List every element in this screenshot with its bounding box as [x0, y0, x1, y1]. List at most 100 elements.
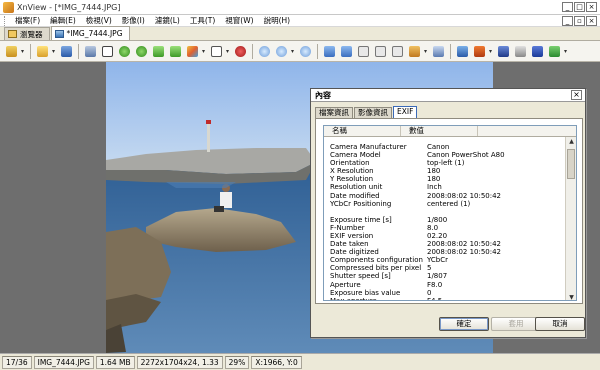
exif-row[interactable]: EXIF version 02.20 [324, 232, 566, 240]
exif-row[interactable]: Shutter speed [s] 1/807 [324, 272, 566, 280]
save-button[interactable] [59, 44, 74, 59]
monitor-button[interactable] [407, 44, 422, 59]
tab-image-label: *IMG_7444.JPG [66, 29, 123, 38]
close-button[interactable]: × [586, 2, 597, 12]
exif-tag-value: Canon PowerShot A80 [427, 151, 505, 160]
exif-row[interactable]: Orientation top-left (1) [324, 159, 566, 167]
mirror-button[interactable] [168, 44, 183, 59]
browse-button[interactable] [4, 44, 19, 59]
resize-dropdown[interactable]: ▾ [226, 48, 231, 55]
monitor-dropdown[interactable]: ▾ [424, 48, 429, 55]
exif-tag-value: 180 [427, 175, 441, 184]
effects-button[interactable] [233, 44, 248, 59]
resize-button[interactable] [209, 44, 224, 59]
acquire-button[interactable] [83, 44, 98, 59]
doc-minimize-button[interactable]: _ [562, 16, 573, 26]
doc-restore-button[interactable]: ▫ [574, 16, 585, 26]
cancel-button[interactable]: 取消 [535, 317, 585, 331]
exif-tag-name: Shutter speed [s] [330, 272, 391, 281]
tab-file-info[interactable]: 檔案資訊 [315, 107, 353, 118]
exif-row[interactable]: Exposure bias value 0 [324, 289, 566, 297]
tab-image-info[interactable]: 影像資訊 [354, 107, 392, 118]
rotate-right-button[interactable] [134, 44, 149, 59]
exif-row[interactable]: Camera Model Canon PowerShot A80 [324, 151, 566, 159]
zoom-dropdown[interactable]: ▾ [291, 48, 296, 55]
exif-row[interactable]: Date modified 2008:08:02 10:50:42 [324, 192, 566, 200]
ok-button[interactable]: 確定 [439, 317, 489, 331]
menu-tools[interactable]: 工具(T) [185, 15, 220, 26]
open-dropdown[interactable]: ▾ [52, 48, 57, 55]
menu-filter[interactable]: 濾鏡(L) [150, 15, 185, 26]
exif-tag-value: 0 [427, 288, 432, 297]
maximize-button[interactable]: □ [574, 2, 585, 12]
find-button[interactable] [496, 44, 511, 59]
flip-button[interactable] [151, 44, 166, 59]
menu-window[interactable]: 視窗(W) [220, 15, 258, 26]
scanner-2-icon [532, 45, 543, 57]
exif-row[interactable]: Resolution unit Inch [324, 183, 566, 191]
exif-row[interactable]: Exposure time [s] 1/800 [324, 216, 566, 224]
crop-button[interactable] [100, 44, 115, 59]
capture-button[interactable] [431, 44, 446, 59]
exif-tag-value: 5 [427, 264, 432, 273]
menu-image[interactable]: 影像(I) [117, 15, 150, 26]
menu-edit[interactable]: 編輯(E) [45, 15, 81, 26]
exif-row[interactable]: F-Number 8.0 [324, 224, 566, 232]
rotate-left-button[interactable] [117, 44, 132, 59]
menu-help[interactable]: 說明(H) [259, 15, 296, 26]
vertical-scrollbar[interactable]: ▲ ▼ [565, 137, 576, 300]
exif-tag-name: Exposure bias value [330, 288, 401, 297]
open-button[interactable] [35, 44, 50, 59]
next-button[interactable] [339, 44, 354, 59]
doc-close-button[interactable]: × [586, 16, 597, 26]
browse-dropdown[interactable]: ▾ [21, 48, 26, 55]
status-dimensions: 2272x1704x24, 1.33 [136, 355, 223, 369]
options-button[interactable] [547, 44, 562, 59]
minimize-button[interactable]: _ [562, 2, 573, 12]
adjust-dropdown[interactable]: ▾ [202, 48, 207, 55]
exif-tag-name: F-Number [330, 223, 365, 232]
dialog-close-button[interactable]: × [571, 90, 582, 100]
exif-row[interactable]: Aperture F8.0 [324, 281, 566, 289]
exif-row[interactable]: Max aperture F4.5 [324, 297, 566, 300]
scroll-down-arrow[interactable]: ▼ [566, 293, 576, 300]
menu-view[interactable]: 檢視(V) [81, 15, 117, 26]
compare-dropdown[interactable]: ▾ [489, 48, 494, 55]
scan-button[interactable] [530, 44, 545, 59]
column-name[interactable]: 名稱 [324, 126, 401, 136]
exif-row[interactable]: X Resolution 180 [324, 167, 566, 175]
first-button[interactable] [356, 44, 371, 59]
fullscreen-button[interactable] [373, 44, 388, 59]
apply-button[interactable]: 套用 [491, 317, 541, 331]
exif-row[interactable]: Compressed bits per pixel 5 [324, 264, 566, 272]
menu-file[interactable]: 檔案(F) [10, 15, 45, 26]
tab-browser[interactable]: 瀏覽器 [4, 27, 50, 40]
status-bar: 17/36 IMG_7444.JPG 1.64 MB 2272x1704x24,… [0, 353, 600, 370]
adjust-button[interactable] [185, 44, 200, 59]
dialog-title: 內容 [315, 90, 331, 100]
exif-row[interactable]: Camera Manufacturer Canon [324, 143, 566, 151]
column-value[interactable]: 數值 [401, 126, 478, 136]
zoom-out-button[interactable] [298, 44, 313, 59]
exif-tag-name: Camera Model [330, 151, 381, 160]
options-dropdown[interactable]: ▾ [564, 48, 569, 55]
exif-row[interactable]: Components configuration YCbCr [324, 256, 566, 264]
compare-button[interactable] [472, 44, 487, 59]
properties-button[interactable] [455, 44, 470, 59]
image-icon [54, 29, 64, 38]
zoom-in-button[interactable] [257, 44, 272, 59]
tab-exif[interactable]: EXIF [393, 106, 418, 118]
slideshow-button[interactable] [390, 44, 405, 59]
exif-row[interactable]: YCbCr Positioning centered (1) [324, 200, 566, 208]
previous-button[interactable] [322, 44, 337, 59]
zoom-button[interactable] [274, 44, 289, 59]
scroll-thumb[interactable] [567, 149, 575, 179]
tab-image[interactable]: *IMG_7444.JPG [50, 26, 130, 40]
exif-list[interactable]: 名稱 數值 Camera Manufacturer Canon Camera Mod… [323, 125, 577, 301]
exif-row[interactable]: Date taken 2008:08:02 10:50:42 [324, 240, 566, 248]
tree-icon [6, 45, 17, 57]
exif-row[interactable]: Y Resolution 180 [324, 175, 566, 183]
print-button[interactable] [513, 44, 528, 59]
exif-row[interactable]: Date digitized 2008:08:02 10:50:42 [324, 248, 566, 256]
scroll-up-arrow[interactable]: ▲ [566, 137, 576, 146]
